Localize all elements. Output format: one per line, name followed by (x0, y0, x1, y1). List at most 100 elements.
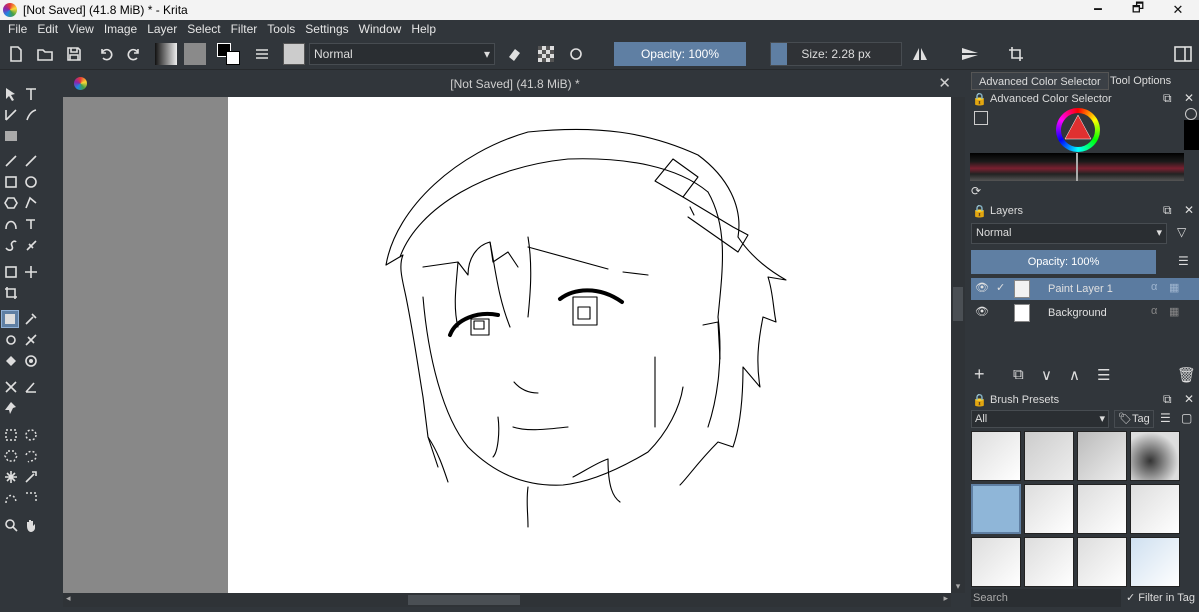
layer-blend-select[interactable]: Normal ▾ (971, 223, 1167, 244)
eye-icon[interactable]: 👁 (975, 281, 989, 294)
brush-preset-pencil[interactable] (1077, 484, 1127, 534)
freehand-brush-icon[interactable] (2, 152, 20, 170)
contiguous-select-icon[interactable] (2, 468, 20, 486)
eraser-icon[interactable] (504, 43, 524, 65)
brush-preset-eraser[interactable] (971, 431, 1021, 481)
inherit-alpha-icon[interactable]: ▦ (1169, 281, 1179, 294)
brush-preset-paint-2[interactable] (1024, 537, 1074, 587)
scroll-right-icon[interactable]: ▸ (943, 593, 948, 604)
polyline-tool-icon[interactable] (22, 194, 40, 212)
polygon-tool-icon[interactable] (2, 194, 20, 212)
layer-row[interactable]: 👁 ✓ Paint Layer 1 α ▦ (971, 278, 1199, 300)
menu-help[interactable]: Help (406, 22, 441, 36)
tab-advanced-color-selector[interactable]: Advanced Color Selector (971, 72, 1109, 90)
refresh-colors-icon[interactable]: ⟳ (971, 184, 981, 198)
vertical-scroll-thumb[interactable] (953, 287, 963, 321)
brush-preset-marker[interactable] (1024, 484, 1074, 534)
angle-tool-icon[interactable] (22, 378, 40, 396)
close-button[interactable]: ✕ (1158, 0, 1198, 20)
enclose-fill-icon[interactable] (22, 352, 40, 370)
scroll-left-icon[interactable]: ◂ (66, 593, 71, 604)
reload-preset-icon[interactable] (566, 43, 586, 65)
check-icon[interactable]: ✓ (996, 281, 1005, 294)
brush-settings-icon[interactable] (252, 43, 272, 65)
menu-layer[interactable]: Layer (142, 22, 182, 36)
maximize-button[interactable]: 🗗 (1118, 0, 1158, 20)
color-strip[interactable] (970, 153, 1184, 181)
gradient-fill-tool-icon[interactable] (1, 310, 19, 328)
no-color-icon[interactable] (1185, 108, 1197, 120)
freehand-path-icon[interactable] (22, 215, 40, 233)
layer-filter-icon[interactable]: ▽ (1177, 225, 1186, 239)
smart-patch-icon[interactable] (2, 331, 20, 349)
polygon-select-icon[interactable] (2, 447, 20, 465)
rectangle-tool-icon[interactable] (2, 173, 20, 191)
inherit-alpha-icon[interactable]: ▦ (1169, 305, 1179, 318)
horizontal-scroll-thumb[interactable] (408, 595, 520, 605)
alpha-lock-icon[interactable]: α (1151, 305, 1157, 317)
pan-tool-icon[interactable] (22, 516, 40, 534)
open-document-icon[interactable] (35, 43, 55, 65)
alpha-lock-icon[interactable] (536, 43, 556, 65)
multibrush-icon[interactable] (22, 236, 40, 254)
move-tool-icon[interactable] (22, 263, 40, 281)
calligraphy-icon[interactable] (22, 106, 40, 124)
menu-window[interactable]: Window (354, 22, 407, 36)
gradient-tool-icon[interactable] (2, 127, 20, 145)
gradient-swatch-icon[interactable] (154, 43, 178, 65)
menu-image[interactable]: Image (99, 22, 142, 36)
layers-lock-icon[interactable]: 🔒 (972, 204, 987, 218)
eye-icon[interactable]: 👁 (975, 305, 989, 318)
brush-search-input[interactable]: Search (971, 589, 1121, 607)
ellipse-tool-icon[interactable] (22, 173, 40, 191)
close-document-icon[interactable]: ✕ (938, 72, 951, 96)
redo-icon[interactable] (124, 43, 144, 65)
similar-select-icon[interactable] (22, 468, 40, 486)
brush-preset-paint-1[interactable] (971, 537, 1021, 587)
new-document-icon[interactable] (6, 43, 26, 65)
menu-filter[interactable]: Filter (226, 22, 263, 36)
bezier-tool-icon[interactable] (2, 215, 20, 233)
line-tool-icon[interactable] (22, 152, 40, 170)
duplicate-layer-icon[interactable]: ⧉ (1013, 366, 1024, 383)
delete-layer-icon[interactable]: 🗑 (1177, 366, 1196, 384)
menu-file[interactable]: File (3, 22, 32, 36)
horizontal-scrollbar[interactable]: ◂ ▸ (63, 593, 951, 607)
menu-edit[interactable]: Edit (32, 22, 63, 36)
menu-select[interactable]: Select (182, 22, 225, 36)
brush-preset-paint-4[interactable] (1130, 537, 1180, 587)
layers-close-icon[interactable]: ✕ (1184, 203, 1194, 217)
color-picker-icon[interactable] (22, 310, 40, 328)
lock-icon[interactable]: 🔒 (972, 92, 987, 106)
float-panel-icon[interactable]: ⧉ (1163, 91, 1172, 106)
crop-tool-icon[interactable] (2, 284, 20, 302)
dynamic-brush-icon[interactable] (2, 236, 20, 254)
brush-preset-paint-3[interactable] (1077, 537, 1127, 587)
magnetic-select-icon[interactable] (22, 489, 40, 507)
layers-float-icon[interactable]: ⧉ (1163, 203, 1172, 218)
text-tool-icon[interactable] (22, 85, 40, 103)
close-panel-icon[interactable]: ✕ (1184, 91, 1194, 105)
brush-preset-blender[interactable] (1024, 431, 1074, 481)
alpha-lock-icon[interactable]: α (1151, 281, 1157, 293)
move-layer-down-icon[interactable]: ∨ (1041, 366, 1052, 384)
bezier-select-icon[interactable] (2, 489, 20, 507)
brush-preset-fineliner[interactable] (1130, 484, 1180, 534)
opacity-slider[interactable]: Opacity: 100% (614, 42, 746, 66)
tab-tool-options[interactable]: Tool Options (1103, 72, 1178, 90)
menu-tools[interactable]: Tools (262, 22, 300, 36)
color-settings-icon[interactable] (974, 111, 988, 125)
transform-tool-icon[interactable] (2, 263, 20, 281)
presets-float-icon[interactable]: ⧉ (1163, 392, 1172, 407)
freehand-select-icon[interactable] (22, 447, 40, 465)
reference-pin-icon[interactable] (2, 399, 20, 417)
wrap-around-icon[interactable] (1006, 43, 1026, 65)
ellipse-select-icon[interactable] (22, 426, 40, 444)
mirror-vertical-icon[interactable] (958, 43, 982, 65)
brush-preset-ink-pen[interactable] (971, 484, 1021, 534)
hue-ring[interactable] (1056, 108, 1100, 152)
filter-in-tag-checkbox[interactable]: ✓ Filter in Tag (1126, 589, 1195, 607)
layer-opacity-slider[interactable]: Opacity: 100% (971, 250, 1156, 274)
presets-storage-icon[interactable]: ▢ (1181, 411, 1192, 425)
minimize-button[interactable]: 🗕 (1078, 0, 1118, 20)
